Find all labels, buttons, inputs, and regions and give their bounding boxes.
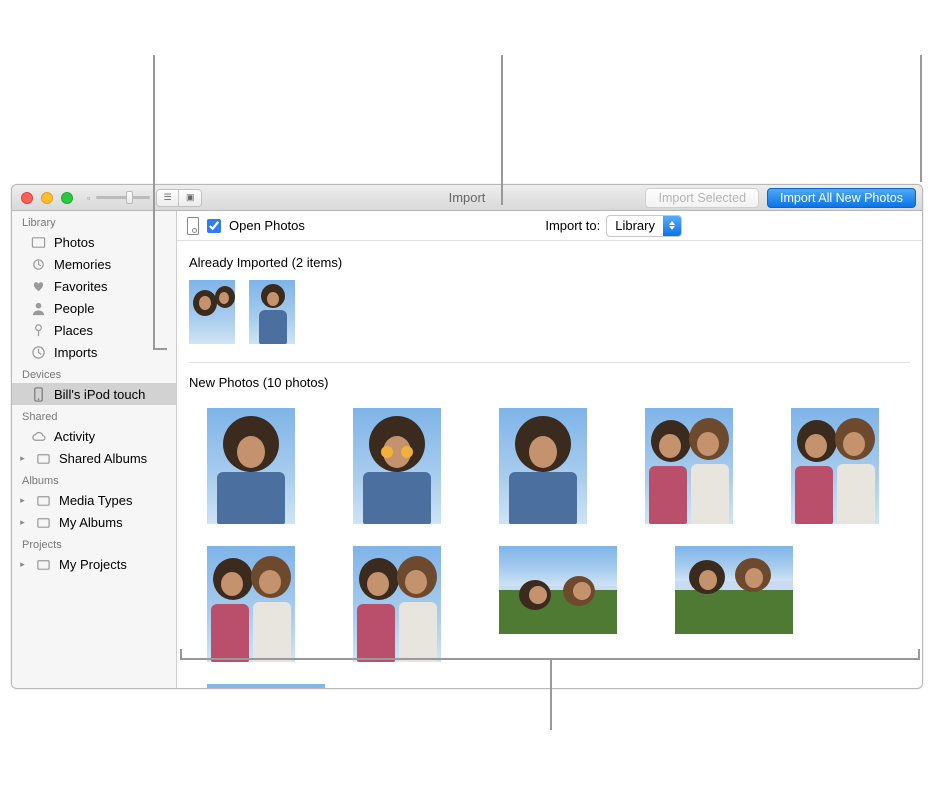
sidebar-header-shared: Shared [12,405,176,425]
sidebar-item-shared-albums[interactable]: ▸ Shared Albums [12,447,176,469]
disclosure-icon: ▸ [18,453,27,464]
folder-icon [35,514,51,530]
zoom-window-button[interactable] [61,192,73,204]
zoom-out-icon: ▫︎ [87,193,90,203]
photo-thumbnail[interactable] [499,546,617,634]
single-view-icon: ▣ [179,190,201,206]
thumbnail-zoom-slider[interactable] [96,196,150,199]
photo-thumbnail[interactable] [645,408,733,524]
sidebar-item-label: Media Types [59,493,132,508]
grid-view-icon: ☰ [157,190,179,206]
sidebar-item-label: My Projects [59,557,127,572]
sidebar-item-label: People [54,301,94,316]
sidebar-item-label: Places [54,323,93,338]
window-controls [12,192,73,204]
sidebar-header-devices: Devices [12,363,176,383]
shared-album-icon [35,450,51,466]
import-selected-button[interactable]: Import Selected [645,188,759,208]
select-arrows-icon [663,216,681,236]
device-icon [187,217,199,235]
folder-icon [35,492,51,508]
photo-thumbnail[interactable] [207,408,295,524]
photo-thumbnail[interactable] [791,408,879,524]
photo-thumbnail[interactable] [207,684,325,688]
disclosure-icon: ▸ [18,517,27,528]
disclosure-icon: ▸ [18,559,27,570]
already-imported-header: Already Imported (2 items) [189,255,910,270]
callout-line-importto [501,55,503,205]
open-photos-checkbox[interactable] [207,219,221,233]
sidebar-item-label: Bill's iPod touch [54,387,145,402]
memories-icon [30,256,46,272]
sidebar-item-label: Photos [54,235,94,250]
clock-icon [30,344,46,360]
sidebar-item-label: Activity [54,429,95,444]
import-bar: Open Photos Import to: Library [177,211,922,241]
titlebar: ▫︎ ☰ ▣ Import Import Selected Import All… [12,185,922,211]
callout-line-bottom-r [918,649,920,659]
photo-thumbnail[interactable] [675,546,793,634]
sidebar-item-my-projects[interactable]: ▸ My Projects [12,553,176,575]
sidebar-item-my-albums[interactable]: ▸ My Albums [12,511,176,533]
section-divider [189,362,910,363]
device-icon [30,386,46,402]
sidebar-item-label: Favorites [54,279,107,294]
photo-thumbnail[interactable] [499,408,587,524]
sidebar-item-people[interactable]: People [12,297,176,319]
sidebar-item-imports[interactable]: Imports [12,341,176,363]
heart-icon [30,278,46,294]
import-content: Already Imported (2 items) [177,241,922,688]
sidebar-item-label: Imports [54,345,97,360]
import-to-select[interactable]: Library [606,215,682,237]
pin-icon [30,322,46,338]
photo-thumbnail[interactable] [353,408,441,524]
person-icon [30,300,46,316]
toolbar-left: ▫︎ ☰ ▣ [87,189,202,207]
minimize-window-button[interactable] [41,192,53,204]
new-photos-header: New Photos (10 photos) [189,375,910,390]
sidebar-item-memories[interactable]: Memories [12,253,176,275]
close-window-button[interactable] [21,192,33,204]
sidebar-item-label: Memories [54,257,111,272]
view-mode-toggle[interactable]: ☰ ▣ [156,189,202,207]
app-window: ▫︎ ☰ ▣ Import Import Selected Import All… [11,184,923,689]
sidebar-item-label: Shared Albums [59,451,147,466]
photo-thumbnail[interactable] [207,546,295,662]
callout-line-bottom-down [550,658,552,730]
sidebar-item-favorites[interactable]: Favorites [12,275,176,297]
sidebar-header-projects: Projects [12,533,176,553]
sidebar-item-media-types[interactable]: ▸ Media Types [12,489,176,511]
import-to-label: Import to: [545,218,600,233]
callout-line-sidebar-tick [153,348,167,350]
sidebar-item-places[interactable]: Places [12,319,176,341]
open-photos-label: Open Photos [229,218,305,233]
import-all-button[interactable]: Import All New Photos [767,188,916,208]
folder-icon [35,556,51,572]
callout-line-bottom-l [180,649,182,659]
already-imported-thumbs [189,280,910,344]
photo-thumbnail[interactable] [189,280,235,344]
photo-thumbnail[interactable] [353,546,441,662]
disclosure-icon: ▸ [18,495,27,506]
sidebar-header-albums: Albums [12,469,176,489]
import-to-value: Library [607,218,663,233]
callout-line-importall [920,55,922,182]
sidebar-item-device[interactable]: Bill's iPod touch [12,383,176,405]
sidebar-item-photos[interactable]: Photos [12,231,176,253]
photo-thumbnail[interactable] [249,280,295,344]
sidebar-header-library: Library [12,211,176,231]
main-content: Open Photos Import to: Library Already I… [177,211,922,688]
cloud-icon [30,428,46,444]
new-photos-grid [189,400,910,688]
sidebar-item-label: My Albums [59,515,123,530]
sidebar-item-activity[interactable]: Activity [12,425,176,447]
photos-icon [30,234,46,250]
callout-line-sidebar [153,55,155,350]
toolbar-right: Import Selected Import All New Photos [645,188,916,208]
